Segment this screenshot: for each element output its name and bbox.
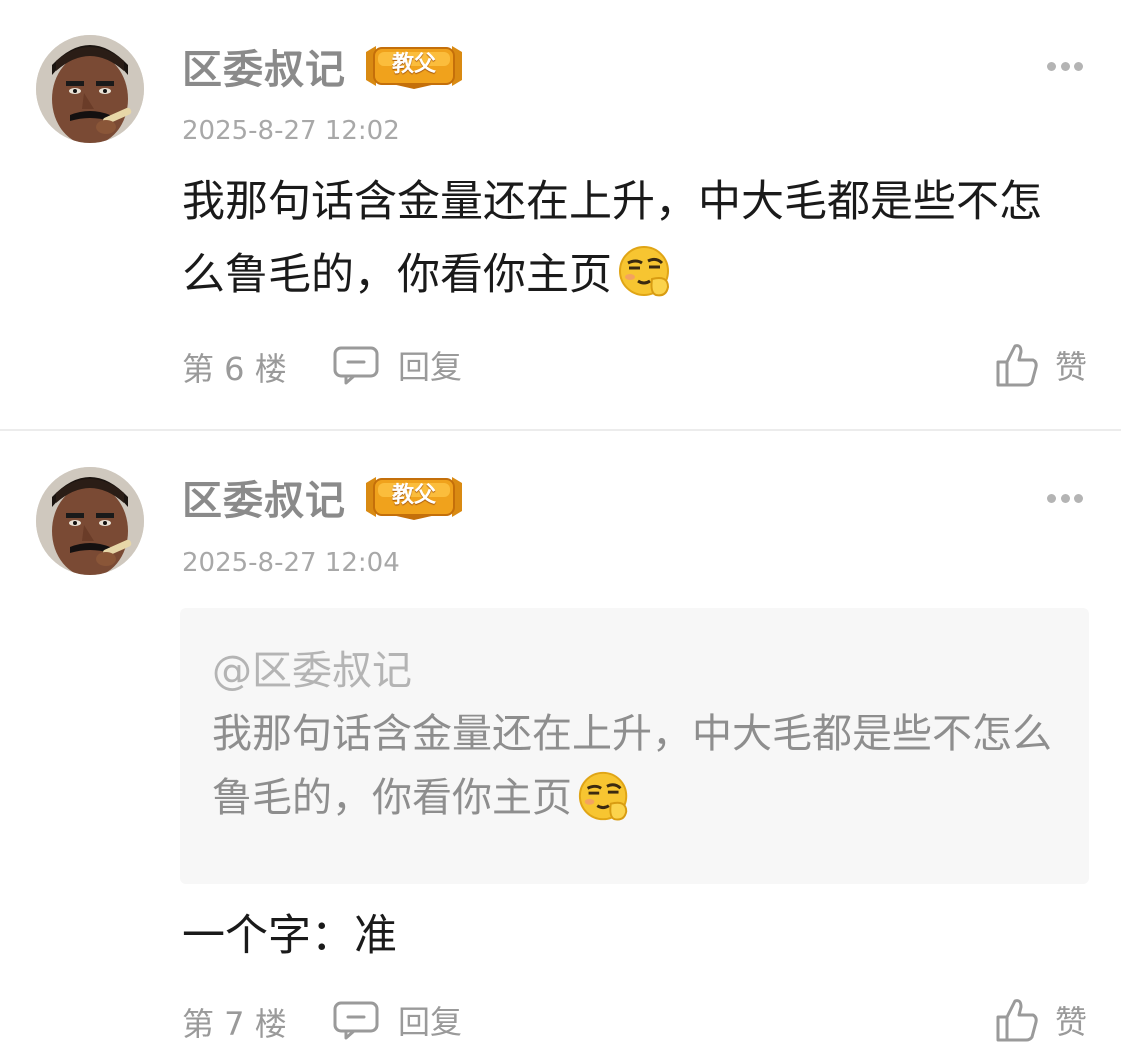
comment-content: 我那句话含金量还在上升，中大毛都是些不怎么鲁毛的，你看你主页 [182,166,1082,312]
thumbs-up-icon [996,344,1038,387]
floor-number: 第 6 楼 [182,350,287,388]
reply-icon [333,346,379,385]
user-info: 区委叔记 教父 [182,38,466,94]
quote-username: @区委叔记 [212,648,412,694]
comment-floor-6: 区委叔记 教父 2025-8-27 12:02 我那句话含金量还在上升，中大毛都… [0,0,1121,430]
badge: 教父 [362,473,466,521]
reply-button[interactable]: 回复 [332,340,462,390]
like-button[interactable]: 赞 [995,340,1087,390]
reply-button[interactable]: 回复 [332,995,462,1045]
reply-label: 回复 [398,348,463,386]
avatar[interactable] [36,467,144,575]
badge: 教父 [362,42,466,90]
avatar[interactable] [36,35,144,143]
like-button[interactable]: 赞 [995,995,1087,1045]
reply-label: 回复 [398,1003,463,1041]
thumbs-up-icon [996,999,1038,1042]
comment-text: 我那句话含金量还在上升，中大毛都是些不怎么鲁毛的，你看你主页 [182,177,1042,300]
smirk-emoji-icon [619,246,670,297]
more-options-icon[interactable] [1047,492,1083,504]
timestamp: 2025-8-27 12:02 [182,116,400,146]
quote-content: 我那句话含金量还在上升，中大毛都是些不怎么鲁毛的，你看你主页 [212,702,1062,830]
like-label: 赞 [1054,1003,1087,1041]
reply-icon [333,1001,379,1040]
quoted-comment[interactable]: @区委叔记 我那句话含金量还在上升，中大毛都是些不怎么鲁毛的，你看你主页 [180,608,1089,884]
smirk-emoji-icon [578,771,628,821]
like-label: 赞 [1054,348,1087,386]
username[interactable]: 区委叔记 [182,37,346,95]
user-info: 区委叔记 教父 [182,469,466,525]
badge-label: 教父 [391,52,436,77]
action-bar: 第 7 楼 回复 赞 [182,995,1087,1045]
action-bar: 第 6 楼 回复 赞 [182,340,1087,390]
timestamp: 2025-8-27 12:04 [182,548,400,578]
comment-content: 一个字：准 [182,911,397,961]
username[interactable]: 区委叔记 [182,468,346,526]
more-options-icon[interactable] [1047,60,1083,72]
comment-floor-7: 区委叔记 教父 2025-8-27 12:04 @区委叔记 我那句话含金量还在上… [0,431,1121,1051]
badge-label: 教父 [391,483,436,508]
floor-number: 第 7 楼 [182,1005,287,1043]
